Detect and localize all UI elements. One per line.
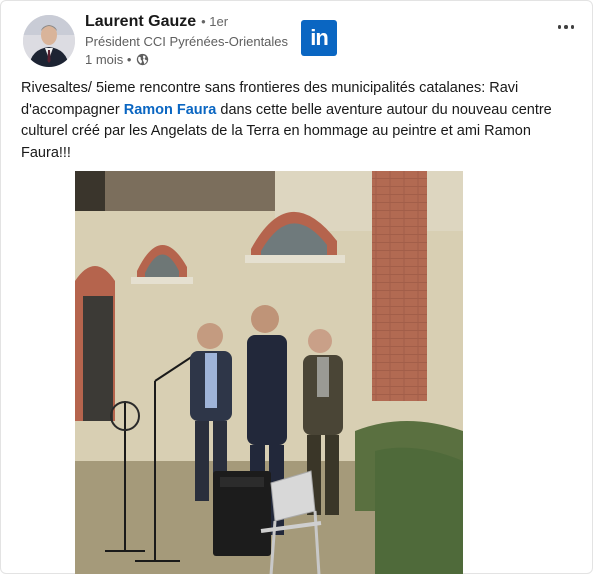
post-time-row: 1 mois •	[85, 52, 288, 67]
avatar-photo	[23, 15, 75, 67]
dot	[570, 25, 575, 29]
name-row: Laurent Gauze • 1er	[85, 13, 288, 31]
post-text: Rivesaltes/ 5ieme rencontre sans frontie…	[21, 78, 571, 164]
author-headline: Président CCI Pyrénées-Orientales	[85, 34, 289, 49]
post-photo	[75, 171, 463, 574]
author-avatar[interactable]	[23, 15, 75, 67]
dot	[557, 25, 562, 29]
more-options-icon[interactable]	[553, 17, 579, 37]
mention-link[interactable]: Ramon Faura	[124, 102, 217, 118]
linkedin-logo: in	[301, 20, 337, 56]
globe-icon	[136, 53, 149, 66]
post-time: 1 mois •	[85, 52, 132, 67]
post-image[interactable]	[75, 171, 463, 574]
dot	[564, 25, 568, 29]
post-header: Laurent Gauze • 1er Président CCI Pyréné…	[23, 13, 583, 73]
author-name[interactable]: Laurent Gauze	[85, 13, 196, 31]
connection-degree: • 1er	[201, 14, 229, 29]
author-meta: Laurent Gauze • 1er Président CCI Pyréné…	[85, 13, 288, 67]
post-card: Laurent Gauze • 1er Président CCI Pyréné…	[0, 0, 593, 574]
